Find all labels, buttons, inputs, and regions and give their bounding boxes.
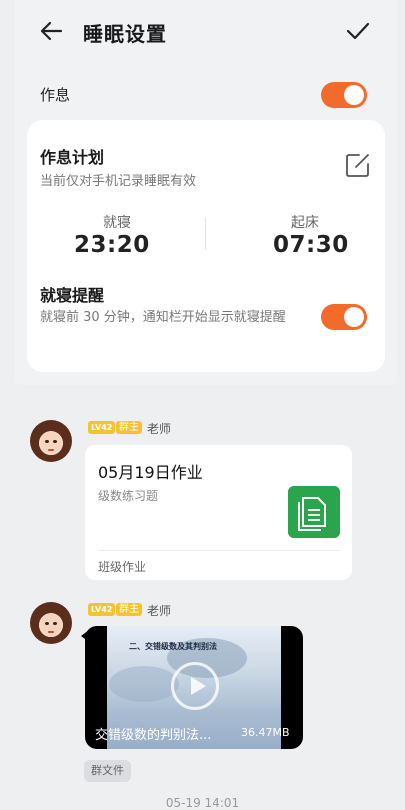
rest-toggle[interactable] <box>321 82 367 108</box>
group-file-tag[interactable]: 群文件 <box>84 760 131 782</box>
plan-title: 作息计划 <box>40 148 105 167</box>
video-name: 交错级数的判别法... <box>95 728 212 743</box>
reminder-title: 就寝提醒 <box>40 286 105 305</box>
document-icon <box>288 486 340 538</box>
rest-label: 作息 <box>40 86 71 104</box>
avatar-eye <box>53 440 57 443</box>
avatar-eye <box>45 440 49 443</box>
wake-time[interactable]: 07:30 <box>273 232 349 258</box>
plan-subtitle: 当前仅对手机记录睡眠有效 <box>40 174 197 189</box>
edit-icon[interactable] <box>345 152 371 178</box>
rest-row: 作息 <box>15 78 397 112</box>
avatar-eye <box>45 622 49 625</box>
level-badge: LV42 <box>88 603 116 616</box>
sender-name: 老师 <box>147 604 172 618</box>
toggle-knob <box>344 85 364 105</box>
page-title: 睡眠设置 <box>83 22 167 46</box>
homework-footer: 班级作业 <box>98 560 147 574</box>
back-arrow-icon[interactable] <box>39 18 65 44</box>
sleep-settings-sheet: 睡眠设置 作息 作息计划 当前仅对手机记录睡眠有效 就寝 23:20 起床 07… <box>15 0 397 385</box>
avatar[interactable] <box>30 602 72 644</box>
video-message[interactable]: 二、交错级数及其判别法 交错级数的判别法... 36.47MB <box>85 626 303 749</box>
role-badge: 群主 <box>116 421 142 434</box>
avatar-eye <box>53 622 57 625</box>
reminder-subtitle: 就寝前 30 分钟，通知栏开始显示就寝提醒 <box>40 310 286 325</box>
level-badge: LV42 <box>88 421 116 434</box>
video-frame-text: 二、交错级数及其判别法 <box>129 642 217 651</box>
sleep-time[interactable]: 23:20 <box>74 232 150 258</box>
homework-title: 05月19日作业 <box>98 463 203 482</box>
top-bar: 睡眠设置 <box>15 0 397 64</box>
toggle-knob <box>344 307 364 327</box>
time-divider <box>205 218 206 250</box>
avatar[interactable] <box>30 420 72 462</box>
homework-subtitle: 级数练习题 <box>98 489 159 503</box>
sender-name: 老师 <box>147 422 172 436</box>
wake-label: 起床 <box>291 215 319 231</box>
schedule-card: 作息计划 当前仅对手机记录睡眠有效 就寝 23:20 起床 07:30 就寝提醒… <box>27 120 385 372</box>
reminder-toggle[interactable] <box>321 304 367 330</box>
thumbnail-cloud <box>109 666 179 702</box>
avatar-lip <box>48 631 54 633</box>
play-icon[interactable] <box>171 662 219 710</box>
sleep-label: 就寝 <box>103 215 131 231</box>
homework-card[interactable]: 05月19日作业 级数练习题 班级作业 <box>85 445 352 580</box>
role-badge: 群主 <box>116 603 142 616</box>
timestamp: 05-19 14:01 <box>165 796 240 810</box>
card-divider <box>98 550 340 551</box>
video-size: 36.47MB <box>241 726 290 739</box>
check-icon[interactable] <box>345 18 371 44</box>
avatar-lip <box>48 449 54 451</box>
